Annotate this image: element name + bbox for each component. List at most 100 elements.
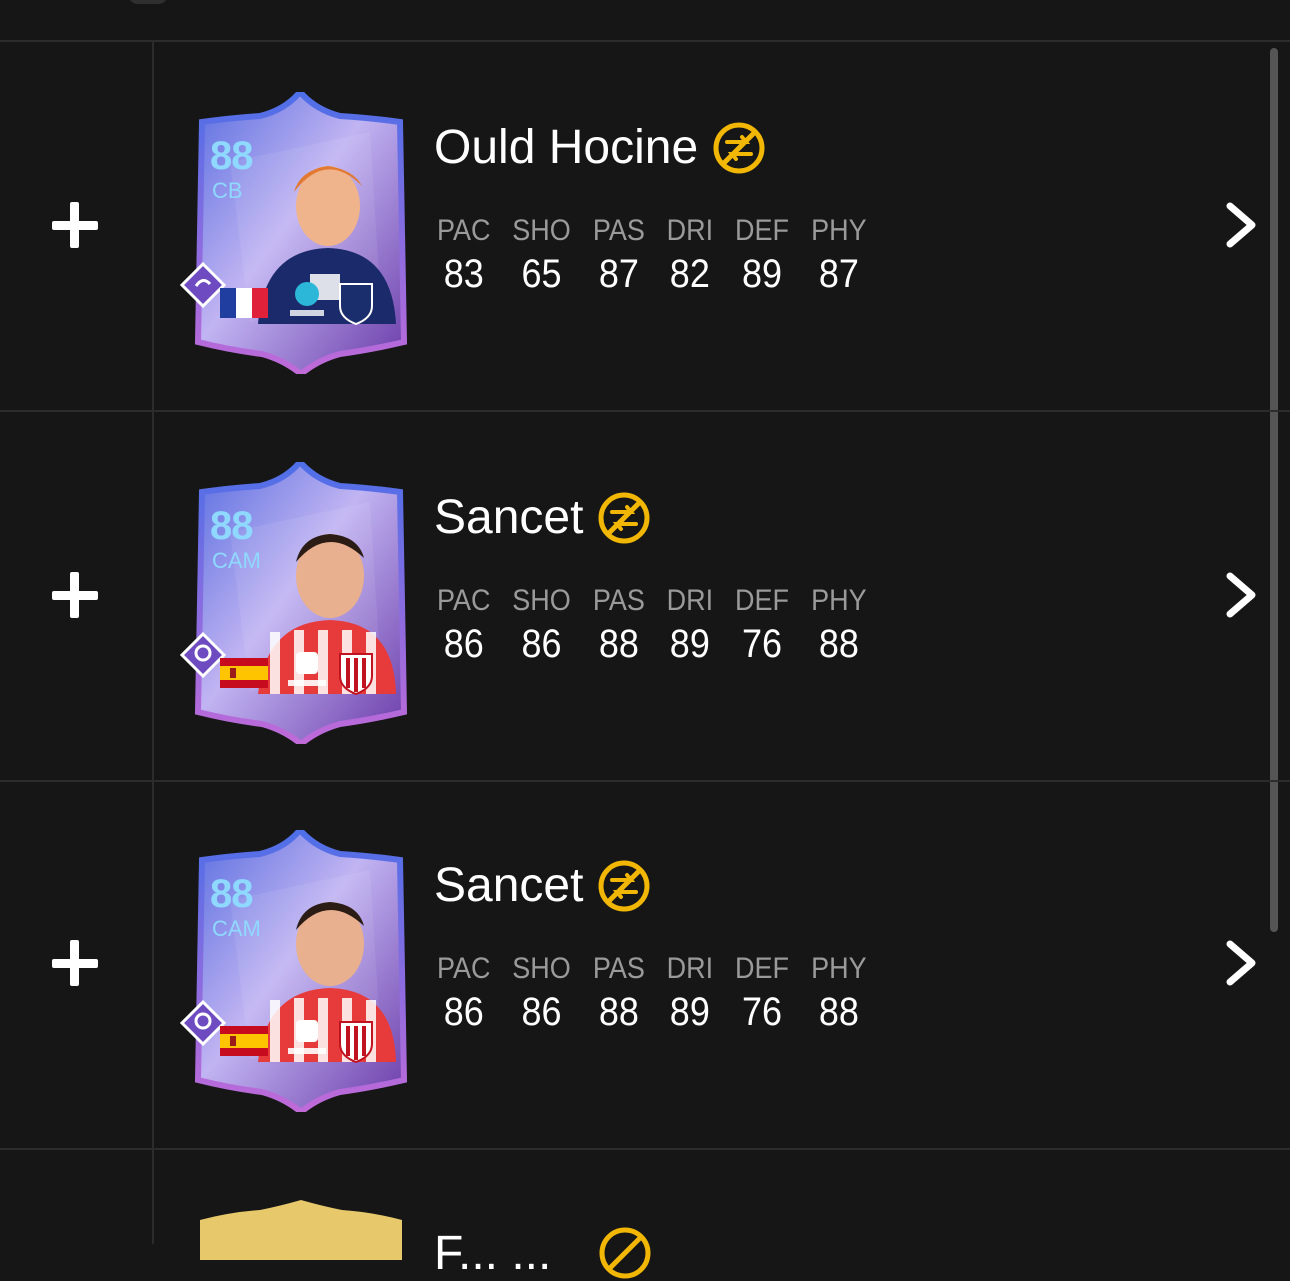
chevron-right-icon[interactable] xyxy=(1222,572,1262,618)
stat-pac: PAC 86 xyxy=(434,584,493,667)
france-flag-icon xyxy=(220,288,268,318)
stat-value: 65 xyxy=(521,252,562,296)
spain-flag-icon xyxy=(220,1026,268,1056)
add-column xyxy=(0,780,154,1148)
stat-label: PAS xyxy=(593,584,646,617)
player-card[interactable]: 88 CAM xyxy=(180,462,412,744)
stat-value: 89 xyxy=(670,990,711,1034)
stat-value: 82 xyxy=(670,252,711,296)
card-position: CB xyxy=(212,178,243,203)
card-rating: 88 xyxy=(210,134,253,178)
card-position: CAM xyxy=(212,548,261,573)
stat-value: 76 xyxy=(741,990,782,1034)
chevron-right-icon[interactable] xyxy=(1222,202,1262,248)
stat-sho: SHO 86 xyxy=(509,584,574,667)
stat-value: 83 xyxy=(443,252,484,296)
add-column xyxy=(0,1148,154,1244)
stat-label: PHY xyxy=(811,214,867,247)
player-card[interactable]: 88 CAM xyxy=(180,830,412,1112)
plus-icon[interactable] xyxy=(52,940,98,986)
stat-value: 89 xyxy=(741,252,782,296)
club-badge-icon xyxy=(339,653,373,696)
stat-label: PAS xyxy=(593,214,646,247)
stat-phy: PHY 88 xyxy=(808,952,870,1035)
stat-label: SHO xyxy=(512,952,572,985)
untradeable-icon xyxy=(598,860,650,911)
stat-label: DEF xyxy=(734,584,789,617)
stat-sho: SHO 86 xyxy=(509,952,574,1035)
stat-label: PAC xyxy=(436,952,491,985)
untradeable-icon xyxy=(599,1227,651,1279)
league-logo-icon xyxy=(288,652,326,686)
club-badge-icon xyxy=(339,1021,373,1064)
stat-label: DEF xyxy=(734,952,789,985)
list-item[interactable]: 88 CAM Sancet PAC 86 SHO 86 PAS 88 DRI 8… xyxy=(0,780,1290,1150)
league-logo-icon xyxy=(290,282,324,316)
plus-icon[interactable] xyxy=(52,572,98,618)
player-name-line: Ould Hocine xyxy=(434,120,766,175)
player-name-line: Sancet xyxy=(434,490,651,545)
stat-value: 88 xyxy=(599,622,640,666)
untradeable-icon xyxy=(598,492,650,543)
list-item[interactable]: 88 CB Ould Hocine PAC 83 SHO 65 PAS 87 D… xyxy=(0,42,1290,412)
stat-label: SHO xyxy=(512,584,572,617)
stat-label: PHY xyxy=(811,952,867,985)
stat-dri: DRI 82 xyxy=(664,214,716,297)
top-bar xyxy=(0,0,1290,42)
stat-value: 86 xyxy=(443,622,484,666)
spain-flag-icon xyxy=(220,658,268,688)
stat-label: DRI xyxy=(666,952,714,985)
stat-value: 86 xyxy=(521,990,562,1034)
stat-value: 88 xyxy=(599,990,640,1034)
stat-pas: PAS 88 xyxy=(590,584,648,667)
player-name: Sancet xyxy=(434,491,584,544)
stat-label: DRI xyxy=(666,214,714,247)
stat-value: 87 xyxy=(818,252,859,296)
stat-label: DRI xyxy=(666,584,714,617)
stat-def: DEF 76 xyxy=(732,952,792,1035)
top-tab-handle[interactable] xyxy=(128,0,168,4)
card-rating: 88 xyxy=(210,872,253,916)
league-logo-icon xyxy=(288,1020,326,1054)
stat-label: DEF xyxy=(734,214,789,247)
stat-pac: PAC 86 xyxy=(434,952,493,1035)
gold-card-partial[interactable] xyxy=(200,1200,402,1260)
stat-label: PAC xyxy=(436,584,491,617)
chevron-right-icon[interactable] xyxy=(1222,940,1262,986)
add-column xyxy=(0,42,154,410)
stat-value: 87 xyxy=(599,252,640,296)
stat-dri: DRI 89 xyxy=(664,584,716,667)
list-item[interactable]: 88 CAM Sancet PAC 86 SHO 86 PAS 88 DRI 8… xyxy=(0,412,1290,782)
stat-label: PHY xyxy=(811,584,867,617)
stat-pas: PAS 88 xyxy=(590,952,648,1035)
stat-phy: PHY 87 xyxy=(808,214,870,297)
stats-group: PAC 86 SHO 86 PAS 88 DRI 89 DEF 76 PHY 8… xyxy=(434,952,886,1035)
stat-def: DEF 76 xyxy=(732,584,792,667)
stat-value: 89 xyxy=(670,622,711,666)
card-position: CAM xyxy=(212,916,261,941)
stat-label: SHO xyxy=(512,214,572,247)
stat-sho: SHO 65 xyxy=(509,214,574,297)
player-name: Sancet xyxy=(434,859,584,912)
player-card[interactable]: 88 CB xyxy=(180,92,412,374)
stat-pac: PAC 83 xyxy=(434,214,493,297)
stat-label: PAC xyxy=(436,214,491,247)
player-name: Ould Hocine xyxy=(434,121,699,174)
stat-value: 88 xyxy=(818,622,859,666)
stat-phy: PHY 88 xyxy=(808,584,870,667)
stat-label: PAS xyxy=(593,952,646,985)
stat-value: 88 xyxy=(818,990,859,1034)
plus-icon[interactable] xyxy=(52,202,98,248)
stat-def: DEF 89 xyxy=(732,214,792,297)
stats-group: PAC 83 SHO 65 PAS 87 DRI 82 DEF 89 PHY 8… xyxy=(434,214,886,297)
stats-group: PAC 86 SHO 86 PAS 88 DRI 89 DEF 76 PHY 8… xyxy=(434,584,886,667)
stat-value: 86 xyxy=(443,990,484,1034)
stat-value: 86 xyxy=(521,622,562,666)
untradeable-icon xyxy=(713,122,765,173)
card-rating: 88 xyxy=(210,504,253,548)
player-name-line: Sancet xyxy=(434,858,651,913)
stat-dri: DRI 89 xyxy=(664,952,716,1035)
add-column xyxy=(0,412,154,780)
player-name-partial: F... ... xyxy=(434,1227,552,1280)
stat-pas: PAS 87 xyxy=(590,214,648,297)
